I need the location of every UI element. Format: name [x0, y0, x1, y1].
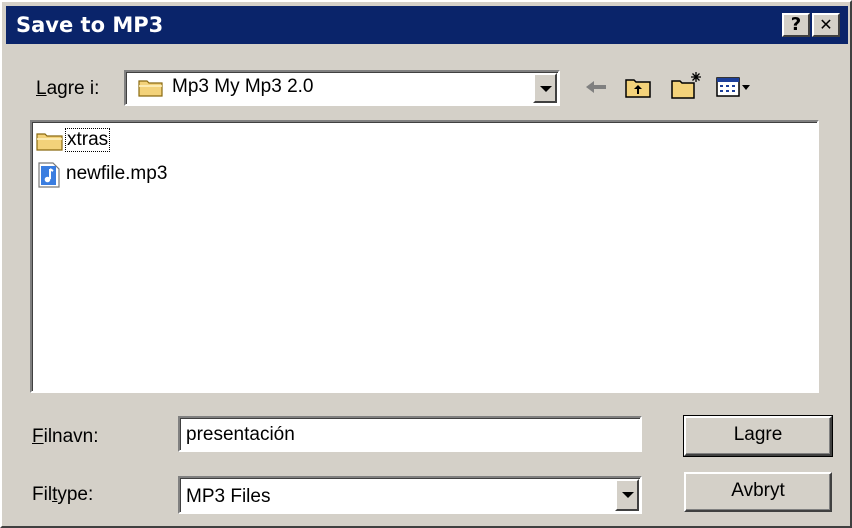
new-folder-icon[interactable] — [670, 70, 704, 106]
title-bar[interactable]: Save to MP3 ? ✕ — [6, 6, 848, 44]
list-item-file[interactable]: newfile.mp3 — [36, 162, 256, 188]
filename-label: Filnavn: — [32, 426, 99, 447]
filename-value: presentación — [186, 424, 295, 445]
filename-field[interactable]: presentación — [178, 416, 642, 452]
file-name: xtras — [64, 128, 111, 152]
save-button[interactable]: Lagre — [683, 415, 833, 457]
file-list[interactable]: xtras newfile.mp3 — [30, 120, 819, 393]
window-title: Save to MP3 — [16, 13, 164, 37]
back-arrow-icon[interactable] — [584, 78, 608, 102]
cancel-button[interactable]: Avbryt — [684, 472, 832, 512]
location-label: Lagre i: — [36, 78, 100, 99]
up-folder-icon[interactable] — [624, 75, 652, 105]
location-value: Mp3 My Mp3 2.0 — [172, 76, 314, 97]
filetype-label-text-1: Fil — [32, 484, 53, 505]
file-name: newfile.mp3 — [66, 163, 168, 184]
filetype-dropdown-button[interactable] — [615, 479, 639, 511]
cancel-button-label: Avbryt — [731, 480, 785, 501]
help-button[interactable]: ? — [782, 13, 810, 37]
close-button[interactable]: ✕ — [812, 13, 840, 37]
filename-label-text: ilnavn: — [43, 426, 99, 447]
list-item-folder[interactable]: xtras — [36, 128, 236, 154]
location-label-text: agre i: — [46, 78, 100, 99]
save-dialog: Save to MP3 ? ✕ Lagre i: Mp3 My Mp3 2.0 — [0, 0, 852, 528]
view-menu-icon[interactable] — [716, 76, 752, 104]
audio-file-icon — [38, 162, 60, 194]
filetype-label-text-2: ype: — [57, 484, 94, 505]
filetype-value: MP3 Files — [186, 486, 271, 507]
filetype-select[interactable]: MP3 Files — [178, 476, 642, 514]
location-dropdown-button[interactable] — [533, 73, 557, 103]
folder-icon — [138, 78, 164, 104]
save-button-label: Lagre — [733, 424, 783, 445]
location-combo[interactable]: Mp3 My Mp3 2.0 — [124, 70, 560, 106]
filetype-label: Filtype: — [32, 484, 94, 505]
folder-icon — [36, 130, 64, 158]
